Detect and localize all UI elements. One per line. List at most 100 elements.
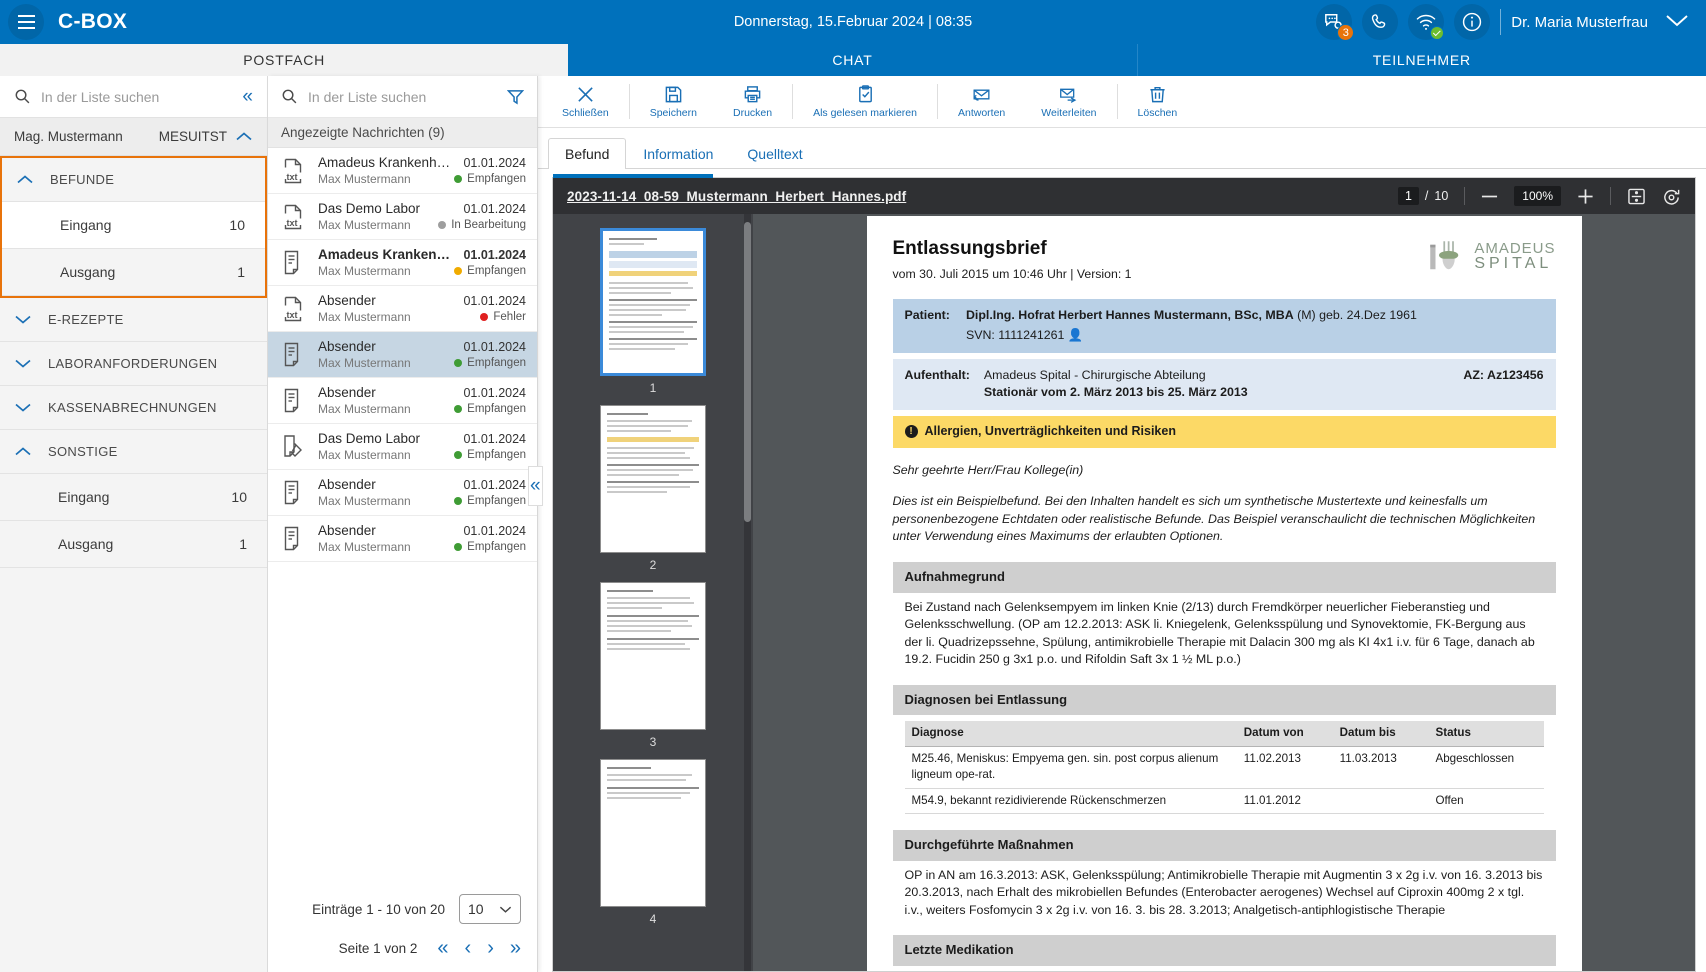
message-list-item[interactable]: Absender01.01.2024Max MustermannEmpfange… — [268, 378, 537, 424]
message-list-item[interactable]: txtAmadeus Krankenhaus01.01.2024Max Must… — [268, 148, 537, 194]
message-recipient: Max Mustermann — [318, 356, 411, 370]
sidebar-search-input[interactable] — [41, 89, 232, 105]
message-list-item[interactable]: Absender01.01.2024Max MustermannEmpfange… — [268, 470, 537, 516]
sidebar-item-sonstige-ausgang[interactable]: Ausgang 1 — [0, 521, 267, 568]
tab-information[interactable]: Information — [626, 138, 730, 169]
pager-entries-label: Einträge 1 - 10 von 20 — [312, 902, 445, 917]
tab-chat[interactable]: CHAT — [568, 44, 1136, 76]
chat-icon[interactable]: 3 — [1316, 4, 1352, 40]
pdf-thumbnail[interactable]: 2 — [600, 405, 706, 572]
sidebar-group-header-laboranforderungen[interactable]: LABORANFORDERUNGEN — [0, 342, 267, 386]
message-sender: Absender — [318, 523, 376, 538]
pdf-thumbnail[interactable]: 3 — [600, 582, 706, 749]
message-detail-panel: Schließen Speichern Drucken Als gelesen … — [538, 76, 1706, 972]
sidebar-group-label: BEFUNDE — [50, 172, 114, 187]
message-list-item[interactable]: txtAbsender01.01.2024Max MustermannFehle… — [268, 286, 537, 332]
pdf-toolbar: 2023-11-14_08-59_Mustermann_Herbert_Hann… — [553, 178, 1695, 214]
sidebar-item-label: Eingang — [60, 217, 111, 233]
message-recipient: Max Mustermann — [318, 540, 411, 554]
fit-page-icon[interactable] — [1627, 188, 1646, 205]
tab-postfach[interactable]: POSTFACH — [0, 44, 568, 76]
message-list-item[interactable]: Amadeus Krankenhaus01.01.2024Max Musterm… — [268, 240, 537, 286]
warning-icon: ! — [905, 425, 918, 438]
pdf-thumbnail[interactable]: 4 — [600, 759, 706, 926]
pdf-zoom-level[interactable]: 100% — [1514, 186, 1561, 206]
txt-file-icon: txt — [279, 204, 307, 230]
status-badge: Fehler — [480, 311, 526, 323]
rotate-icon[interactable] — [1662, 187, 1681, 206]
pager-prev-icon[interactable]: ‹ — [465, 938, 472, 958]
sidebar-account-row[interactable]: Mag. Mustermann MESUITST — [0, 118, 267, 156]
sidebar-collapse-icon[interactable]: « — [242, 87, 253, 106]
chevron-up-icon[interactable] — [235, 131, 253, 142]
pdf-filename[interactable]: 2023-11-14_08-59_Mustermann_Herbert_Hann… — [567, 189, 906, 204]
mark-read-button[interactable]: Als gelesen markieren — [795, 76, 935, 127]
pdf-thumbnail[interactable]: 1 — [600, 228, 706, 395]
status-label: Empfangen — [467, 265, 526, 277]
patient-label: Patient: — [905, 307, 950, 344]
logo-line-1: AMADEUS — [1474, 241, 1555, 257]
phone-icon[interactable] — [1362, 4, 1398, 40]
status-label: Empfangen — [467, 403, 526, 415]
save-button[interactable]: Speichern — [632, 76, 715, 127]
message-list-item[interactable]: Absender01.01.2024Max MustermannEmpfange… — [268, 332, 537, 378]
close-button[interactable]: Schließen — [544, 76, 627, 127]
reply-button[interactable]: Antworten — [940, 76, 1023, 127]
pdf-current-page-input[interactable]: 1 — [1398, 187, 1419, 205]
diagnosis-table: Diagnose Datum von Datum bis Status — [905, 721, 1544, 814]
sidebar-search-row: « — [0, 76, 267, 118]
user-menu-chevron-down-icon[interactable] — [1658, 12, 1696, 33]
sidebar-item-befunde-eingang[interactable]: Eingang 10 — [2, 202, 265, 249]
pager-last-icon[interactable]: » — [510, 938, 521, 958]
sidebar-group-befunde: BEFUNDE Eingang 10 Ausgang 1 — [0, 156, 267, 298]
message-list-item[interactable]: Absender01.01.2024Max MustermannEmpfange… — [268, 516, 537, 562]
page-size-select[interactable]: 10 — [459, 894, 521, 924]
pdf-toolbar-controls: 1 / 10 100% — [1398, 186, 1681, 206]
sidebar-group-header-sonstige[interactable]: SONSTIGE — [0, 430, 267, 474]
wifi-icon[interactable] — [1408, 4, 1444, 40]
pdf-thumbnail-number: 2 — [650, 558, 657, 572]
tab-befund[interactable]: Befund — [548, 138, 626, 169]
zoom-out-icon[interactable] — [1481, 194, 1498, 199]
table-row: M54.9, bekannt rezidivierende Rückenschm… — [905, 788, 1544, 813]
patient-card-icon: 👤 — [1068, 328, 1083, 342]
delete-button-label: Löschen — [1138, 107, 1178, 119]
delete-button[interactable]: Löschen — [1120, 76, 1196, 127]
print-button[interactable]: Drucken — [715, 76, 790, 127]
sidebar-item-label: Ausgang — [60, 264, 115, 280]
pdf-thumbnail-preview — [600, 405, 706, 553]
sidebar-item-sonstige-eingang[interactable]: Eingang 10 — [0, 474, 267, 521]
status-badge: Empfangen — [454, 403, 526, 415]
panel-collapse-handle[interactable]: « — [528, 466, 543, 506]
tab-teilnehmer[interactable]: TEILNEHMER — [1137, 44, 1706, 76]
sidebar-item-count: 10 — [229, 217, 245, 233]
status-label: In Bearbeitung — [451, 219, 526, 231]
pdf-thumbnail-rail[interactable]: 1 — [553, 214, 753, 971]
status-label: Empfangen — [467, 357, 526, 369]
hamburger-menu-icon[interactable] — [8, 4, 44, 40]
sidebar-group-header-kassenabrechnungen[interactable]: KASSENABRECHNUNGEN — [0, 386, 267, 430]
zoom-in-icon[interactable] — [1577, 188, 1594, 205]
forward-button[interactable]: Weiterleiten — [1023, 76, 1114, 127]
stay-period: Stationär vom 2. März 2013 bis 25. März … — [984, 385, 1248, 399]
sidebar-group-header-erezepte[interactable]: E-REZEPTE — [0, 298, 267, 342]
tab-quelltext[interactable]: Quelltext — [730, 138, 819, 169]
info-icon[interactable] — [1454, 4, 1490, 40]
sidebar-item-count: 1 — [239, 536, 247, 552]
pdf-page-area[interactable]: Entlassungsbrief vom 30. Juli 2015 um 10… — [753, 214, 1695, 971]
sidebar-group-header-befunde[interactable]: BEFUNDE — [2, 158, 265, 202]
thumbnail-scrollbar-thumb[interactable] — [744, 222, 751, 522]
allergy-warning-block: ! Allergien, Unverträglichkeiten und Ris… — [893, 416, 1556, 448]
message-list-item[interactable]: txtDas Demo Labor01.01.2024Max Musterman… — [268, 194, 537, 240]
message-list-item[interactable]: Das Demo Labor01.01.2024Max MustermannEm… — [268, 424, 537, 470]
dx-cell-datum-von: 11.02.2013 — [1237, 746, 1333, 788]
filter-icon[interactable] — [507, 89, 524, 105]
pager-next-icon[interactable]: › — [487, 938, 494, 958]
message-body: Amadeus Krankenhaus01.01.2024Max Musterm… — [318, 247, 526, 278]
pdf-page-1: Entlassungsbrief vom 30. Juli 2015 um 10… — [867, 216, 1582, 971]
pager-first-icon[interactable]: « — [437, 938, 448, 958]
sidebar-item-befunde-ausgang[interactable]: Ausgang 1 — [2, 249, 265, 296]
stay-label: Aufenthalt: — [905, 367, 970, 402]
sidebar-group-label: SONSTIGE — [48, 444, 118, 459]
message-search-input[interactable] — [308, 89, 497, 105]
